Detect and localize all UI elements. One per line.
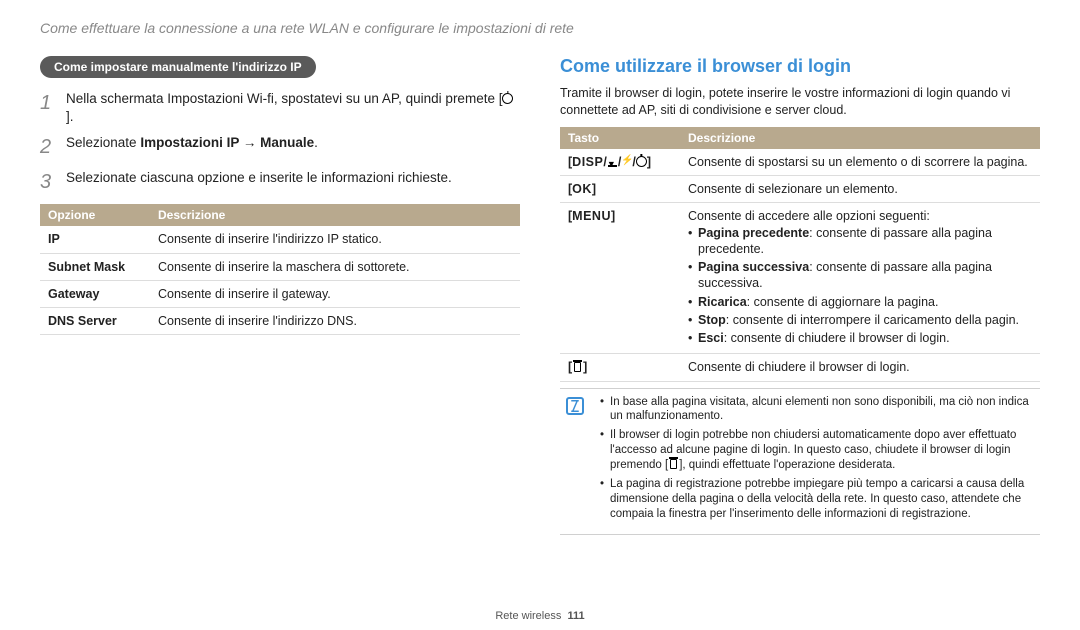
page-number: 111 xyxy=(568,610,585,622)
options-table: Opzione Descrizione IP Consente di inser… xyxy=(40,204,520,335)
step-1: 1 Nella schermata Impostazioni Wi-fi, sp… xyxy=(40,90,520,126)
table-row: [DISP///] Consente di spostarsi su un el… xyxy=(560,149,1040,176)
step-3: 3 Selezionate ciascuna opzione e inserit… xyxy=(40,169,520,196)
menu-item-text: : consente di chiudere il browser di log… xyxy=(724,331,950,345)
timer-icon xyxy=(502,91,513,106)
menu-options-list: Pagina precedente: consente di passare a… xyxy=(688,225,1032,347)
step-1-text-b: ]. xyxy=(66,109,74,124)
list-item: Pagina precedente: consente di passare a… xyxy=(688,225,1032,258)
table-row: DNS Server Consente di inserire l'indiri… xyxy=(40,308,520,335)
opt-key: Gateway xyxy=(40,280,150,307)
list-item: Stop: consente di interrompere il carica… xyxy=(688,312,1032,328)
flash-icon xyxy=(621,156,632,167)
menu-item-label: Pagina successiva xyxy=(698,260,809,274)
chapter-title: Come effettuare la connessione a una ret… xyxy=(40,20,1040,36)
table-row: [] Consente di chiudere il browser di lo… xyxy=(560,354,1040,381)
note-2b: ], quindi effettuate l'operazione deside… xyxy=(679,459,895,471)
menu-item-text: : consente di interrompere il caricament… xyxy=(726,313,1019,327)
opt-key: DNS Server xyxy=(40,308,150,335)
section-title-login-browser: Come utilizzare il browser di login xyxy=(560,56,1040,77)
opt-desc: Consente di inserire il gateway. xyxy=(150,280,520,307)
col-header-description: Descrizione xyxy=(150,204,520,226)
keys-table: Tasto Descrizione [DISP///] Consente di … xyxy=(560,127,1040,382)
menu-item-label: Stop xyxy=(698,313,726,327)
trash-icon xyxy=(668,458,679,469)
menu-item-text: : consente di aggiornare la pagina. xyxy=(747,295,939,309)
step-number: 2 xyxy=(40,134,56,161)
menu-item-label: Esci xyxy=(698,331,724,345)
opt-desc: Consente di inserire l'indirizzo IP stat… xyxy=(150,226,520,253)
key-cell-ok: [OK] xyxy=(560,176,680,203)
list-item: Pagina successiva: consente di passare a… xyxy=(688,259,1032,292)
step-2: 2 Selezionate Impostazioni IP → Manuale. xyxy=(40,134,520,161)
subheading-ip-manual: Come impostare manualmente l'indirizzo I… xyxy=(40,56,316,78)
col-header-key: Tasto xyxy=(560,127,680,149)
step-2-text-c: . xyxy=(314,135,318,150)
disp-key-label: DISP xyxy=(572,155,603,169)
menu-item-label: Ricarica xyxy=(698,295,747,309)
down-icon xyxy=(607,155,618,166)
table-row: IP Consente di inserire l'indirizzo IP s… xyxy=(40,226,520,253)
key-cell-navigation: [DISP///] xyxy=(560,149,680,176)
opt-key: Subnet Mask xyxy=(40,253,150,280)
note-item: In base alla pagina visitata, alcuni ele… xyxy=(600,395,1034,425)
table-row: Subnet Mask Consente di inserire la masc… xyxy=(40,253,520,280)
step-number: 1 xyxy=(40,90,56,126)
footer-section-label: Rete wireless xyxy=(495,610,561,622)
opt-desc: Consente di inserire la maschera di sott… xyxy=(150,253,520,280)
right-column: Come utilizzare il browser di login Tram… xyxy=(560,56,1040,535)
note-box: In base alla pagina visitata, alcuni ele… xyxy=(560,388,1040,536)
col-header-description: Descrizione xyxy=(680,127,1040,149)
key-desc: Consente di chiudere il browser di login… xyxy=(680,354,1040,381)
step-2-bold: Impostazioni IP → Manuale xyxy=(140,135,314,150)
step-1-text-a: Nella schermata Impostazioni Wi-fi, spos… xyxy=(66,91,502,106)
menu-item-label: Pagina precedente xyxy=(698,226,809,240)
note-item: Il browser di login potrebbe non chiuder… xyxy=(600,428,1034,473)
table-row: Gateway Consente di inserire il gateway. xyxy=(40,280,520,307)
timer-icon xyxy=(636,156,647,167)
opt-desc: Consente di inserire l'indirizzo DNS. xyxy=(150,308,520,335)
list-item: Esci: consente di chiudere il browser di… xyxy=(688,330,1032,346)
key-cell-trash: [] xyxy=(560,354,680,381)
key-desc: Consente di spostarsi su un elemento o d… xyxy=(680,149,1040,176)
opt-key: IP xyxy=(40,226,150,253)
menu-key-label: MENU xyxy=(572,209,611,223)
key-cell-menu: [MENU] xyxy=(560,203,680,354)
menu-intro: Consente di accedere alle opzioni seguen… xyxy=(688,209,930,223)
ok-key-label: OK xyxy=(572,182,592,196)
left-column: Come impostare manualmente l'indirizzo I… xyxy=(40,56,520,535)
note-item: La pagina di registrazione potrebbe impi… xyxy=(600,477,1034,522)
table-row: [MENU] Consente di accedere alle opzioni… xyxy=(560,203,1040,354)
list-item: Ricarica: consente di aggiornare la pagi… xyxy=(688,294,1032,310)
key-desc: Consente di selezionare un elemento. xyxy=(680,176,1040,203)
page-footer: Rete wireless 111 xyxy=(0,610,1080,622)
step-number: 3 xyxy=(40,169,56,196)
section-intro: Tramite il browser di login, potete inse… xyxy=(560,85,1040,119)
step-2-text-a: Selezionate xyxy=(66,135,140,150)
col-header-option: Opzione xyxy=(40,204,150,226)
key-desc-menu: Consente di accedere alle opzioni seguen… xyxy=(680,203,1040,354)
table-row: [OK] Consente di selezionare un elemento… xyxy=(560,176,1040,203)
trash-icon xyxy=(572,361,583,372)
step-3-text: Selezionate ciascuna opzione e inserite … xyxy=(66,169,452,196)
note-icon xyxy=(566,397,584,415)
